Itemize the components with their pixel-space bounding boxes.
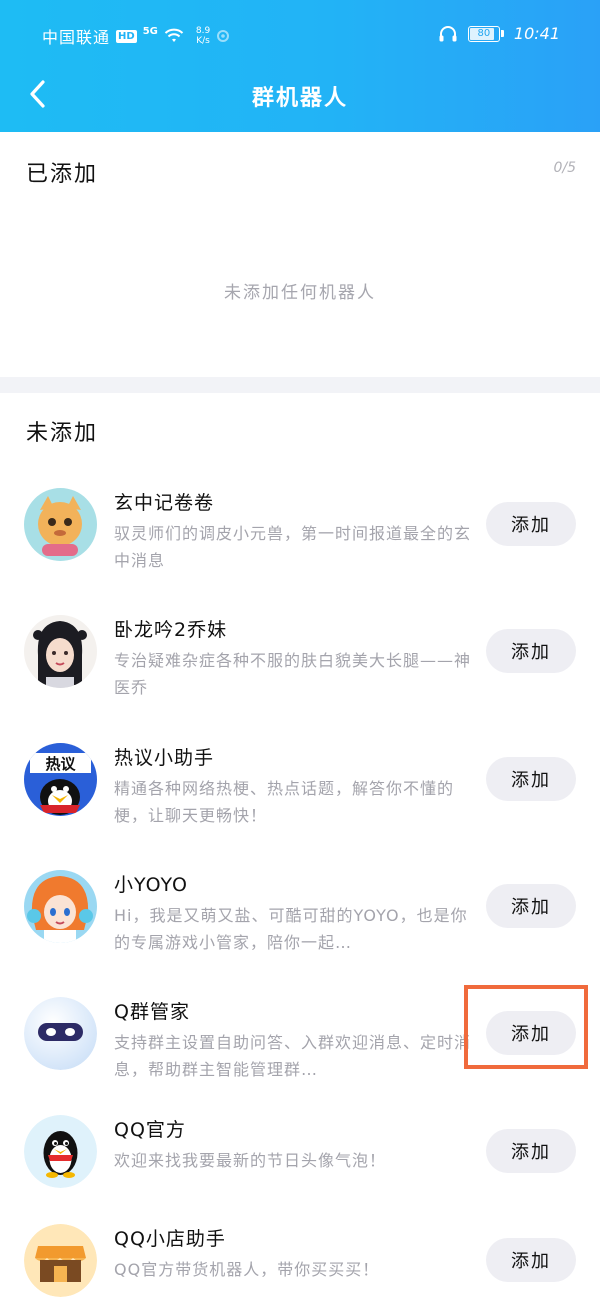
battery-level: 80 <box>477 27 491 39</box>
bot-description: 专治疑难杂症各种不服的肤白貌美大长腿——神医乔 <box>114 651 472 697</box>
status-right: 80 10:41 <box>438 24 560 43</box>
bot-name: Q群管家 <box>114 1001 190 1023</box>
net-speed: 8.9 K/s <box>196 26 210 46</box>
bot-item-qq-shop-helper[interactable]: QQ小店助手 QQ官方带货机器人，带你买买买！ 添加 <box>0 1224 600 1300</box>
bot-avatar-girl-icon <box>24 615 97 688</box>
bot-name: 热议小助手 <box>114 747 215 769</box>
bot-item-reyi-helper[interactable]: 热议 热议小助手 精通各种网络热梗、热点话题，解答你不懂的梗，让聊天更畅快！ 添… <box>0 743 600 871</box>
status-left: 中国联通 HD 5G 8.9 K/s <box>42 24 230 48</box>
settings-gear-icon <box>217 30 230 42</box>
hd-badge: HD <box>116 29 137 43</box>
battery-indicator: 80 <box>467 25 504 42</box>
bot-description: 支持群主设置自助问答、入群欢迎消息、定时消息，帮助群主智能管理群… <box>114 1033 472 1079</box>
battery-tip <box>500 30 504 37</box>
bot-name: QQ小店助手 <box>114 1228 226 1250</box>
bot-name: 小YOYO <box>114 874 189 896</box>
bot-description: 精通各种网络热梗、热点话题，解答你不懂的梗，让聊天更畅快！ <box>114 779 455 825</box>
wifi-icon <box>164 28 184 42</box>
bot-description: Hi，我是又萌又盐、可酷可甜的YOYO，也是你的专属游戏小管家，陪你一起… <box>114 906 468 952</box>
headphones-icon <box>439 25 457 41</box>
bot-avatar-anime-girl-icon <box>24 870 97 943</box>
bot-item-xuanzhongji[interactable]: 玄中记卷卷 驭灵师们的调皮小元兽，第一时间报道最全的玄中消息 添加 <box>0 488 600 616</box>
bot-avatar-robot-icon <box>24 997 97 1070</box>
bot-description: QQ官方带货机器人，带你买买买！ <box>114 1260 380 1279</box>
bot-avatar-penguin-icon <box>24 1115 97 1188</box>
bot-item-wolongyin-qiaomei[interactable]: 卧龙吟2乔妹 专治疑难杂症各种不服的肤白貌美大长腿——神医乔 添加 <box>0 615 600 743</box>
net-speed-unit: K/s <box>196 36 210 46</box>
bot-name: 卧龙吟2乔妹 <box>114 619 228 641</box>
added-count: 0/5 <box>553 160 576 176</box>
not-added-section-title: 未添加 <box>26 421 99 446</box>
added-section-title: 已添加 <box>26 162 99 187</box>
add-button[interactable]: 添加 <box>486 757 576 801</box>
bot-name: 玄中记卷卷 <box>114 492 215 514</box>
carrier-label: 中国联通 <box>42 28 111 47</box>
add-button[interactable]: 添加 <box>486 884 576 928</box>
not-added-section: 未添加 玄中记卷卷 驭灵师们的调皮小元兽，第一时间报道最全的玄中消息 添加 卧龙… <box>0 393 600 1300</box>
clock: 10:41 <box>513 24 560 43</box>
add-button[interactable]: 添加 <box>486 629 576 673</box>
net-speed-value: 8.9 <box>195 26 211 36</box>
added-section: 已添加 0/5 未添加任何机器人 <box>0 132 600 377</box>
bot-item-yoyo[interactable]: 小YOYO Hi，我是又萌又盐、可酷可甜的YOYO，也是你的专属游戏小管家，陪你… <box>0 870 600 998</box>
page-title: 群机器人 <box>251 86 348 111</box>
bot-name: QQ官方 <box>114 1119 186 1141</box>
bot-avatar-shop-icon <box>24 1224 97 1297</box>
add-button[interactable]: 添加 <box>486 502 576 546</box>
avatar-hot-label: 热议 <box>45 755 76 773</box>
bot-description: 驭灵师们的调皮小元兽，第一时间报道最全的玄中消息 <box>114 524 472 570</box>
bot-avatar-pet-icon <box>24 488 97 561</box>
bot-avatar-penguin-hot-icon: 热议 <box>24 743 97 816</box>
add-button[interactable]: 添加 <box>486 1129 576 1173</box>
highlight-box <box>464 985 588 1069</box>
add-button[interactable]: 添加 <box>486 1238 576 1282</box>
signal-5g-label: 5G <box>142 25 158 37</box>
status-bar: 中国联通 HD 5G 8.9 K/s 80 10:41 <box>0 0 600 70</box>
battery-body: 80 <box>467 25 500 42</box>
top-bar: 中国联通 HD 5G 8.9 K/s 80 10:41 群机器人 <box>0 0 600 132</box>
empty-message: 未添加任何机器人 <box>224 283 376 303</box>
bot-description: 欢迎来找我要最新的节日头像气泡！ <box>114 1151 387 1170</box>
